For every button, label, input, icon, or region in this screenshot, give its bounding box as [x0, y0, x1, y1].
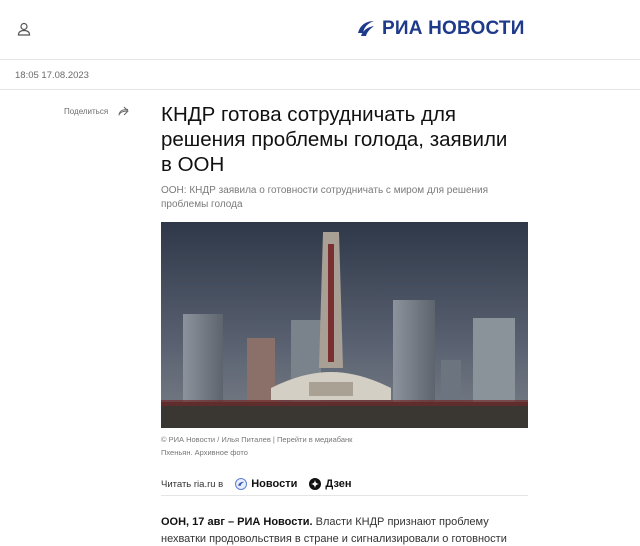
lead-dateline: ООН, 17 авг – РИА Новости. [161, 516, 313, 528]
user-icon[interactable] [17, 22, 31, 36]
read-on-bar: Читать ria.ru в Новости Дзен [161, 474, 528, 494]
article-date: 18:05 17.08.2023 [15, 70, 89, 81]
ria-logo[interactable]: РИА НОВОСТИ [356, 16, 525, 42]
photo-credit: © РИА Новости / Илья Питалев | Перейти в… [161, 435, 352, 444]
news-link-label: Новости [251, 478, 298, 490]
ria-logo-icon [358, 21, 374, 36]
dzen-link-label: Дзен [325, 478, 352, 490]
read-on-dzen-link[interactable]: Дзен [309, 478, 352, 490]
article-title: КНДР готова сотрудничать для решения про… [161, 103, 508, 176]
date-bar: 18:05 17.08.2023 [0, 60, 640, 90]
pyongyang-photo [161, 222, 528, 428]
share-arrow-icon [118, 106, 129, 116]
share-label: Поделиться [64, 106, 109, 116]
share-button[interactable]: Поделиться [64, 106, 129, 116]
read-on-label: Читать ria.ru в [161, 478, 224, 490]
dzen-icon [309, 478, 322, 490]
article-subtitle: ООН: КНДР заявила о готовности сотруднич… [161, 185, 489, 210]
article-lead: ООН, 17 авг – РИА Новости. Власти КНДР п… [161, 514, 528, 546]
divider [161, 495, 528, 496]
photo-credit-text: © РИА Новости / Илья Питалев [161, 435, 271, 444]
photo-caption: Пхеньян. Архивное фото [161, 448, 248, 457]
read-on-news-link[interactable]: Новости [235, 478, 297, 490]
logo-text: РИА НОВОСТИ [382, 18, 525, 39]
news-icon [235, 478, 248, 490]
article-photo[interactable] [161, 222, 528, 428]
mediabank-link[interactable]: Перейти в медиабанк [277, 435, 353, 444]
site-header: РИА НОВОСТИ [0, 0, 640, 60]
